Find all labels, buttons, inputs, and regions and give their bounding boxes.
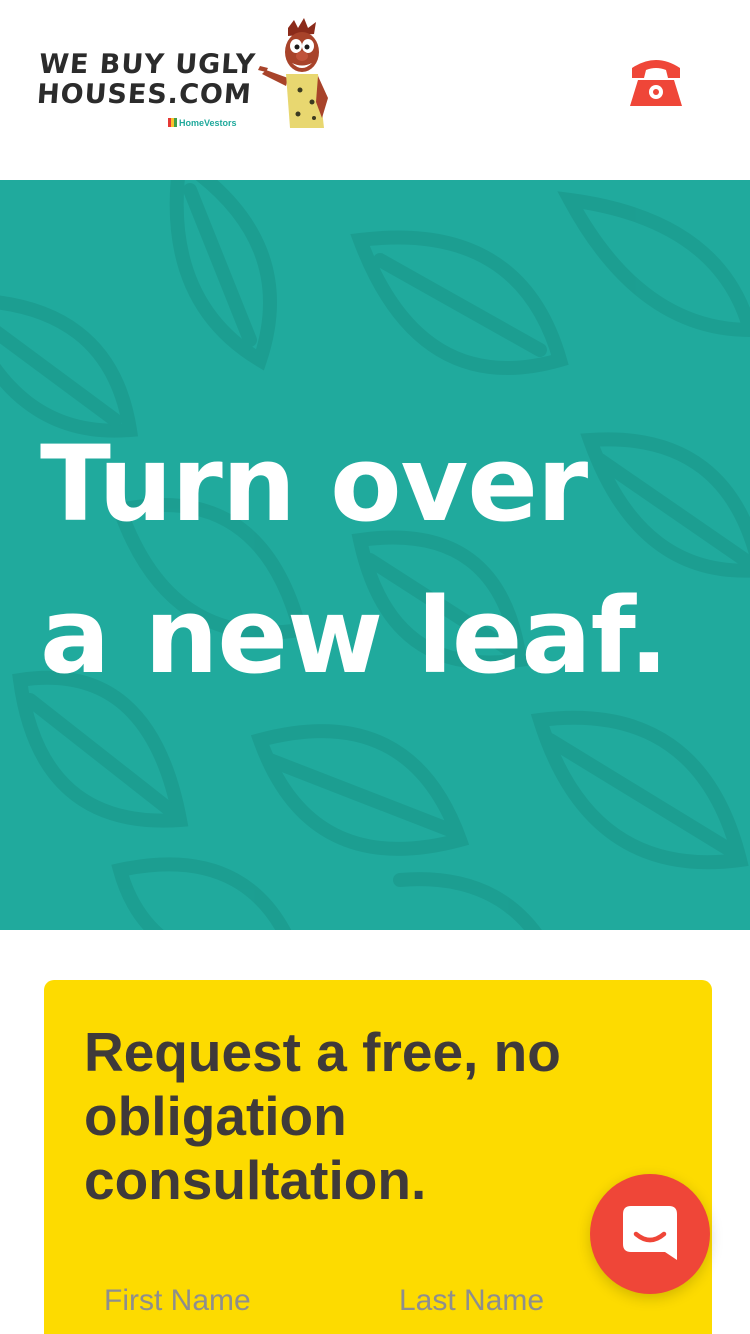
- caveman-mascot-icon: [258, 18, 328, 128]
- logo-line-2: HOUSES.COM: [35, 79, 253, 110]
- page: WE BUY UGLY HOUSES.COM HomeVestors Turn …: [0, 0, 750, 1334]
- hero-title-line-2: a new leaf.: [40, 575, 669, 697]
- homevestors-mark-icon: [168, 118, 177, 127]
- logo-subbrand: HomeVestors: [168, 118, 237, 128]
- form-title: Request a free, no obligation consultati…: [84, 1021, 561, 1211]
- chat-launcher-button[interactable]: [590, 1174, 710, 1294]
- logo-subbrand-text: HomeVestors: [179, 118, 237, 128]
- hero-title: Turn over a new leaf.: [40, 408, 720, 712]
- chat-bubble-icon: [623, 1206, 677, 1260]
- hero-title-line-1: Turn over: [40, 423, 588, 545]
- logo-wordmark: WE BUY UGLY HOUSES.COM: [35, 49, 257, 110]
- last-name-field[interactable]: Last Name: [399, 1284, 544, 1318]
- hero-banner: Turn over a new leaf.: [0, 180, 750, 930]
- call-button[interactable]: [626, 56, 686, 112]
- site-logo[interactable]: WE BUY UGLY HOUSES.COM HomeVestors: [35, 18, 338, 133]
- phone-icon: [630, 60, 682, 106]
- site-header: WE BUY UGLY HOUSES.COM HomeVestors: [0, 0, 750, 180]
- first-name-field[interactable]: First Name: [104, 1284, 251, 1318]
- logo-line-1: WE BUY UGLY: [38, 49, 257, 80]
